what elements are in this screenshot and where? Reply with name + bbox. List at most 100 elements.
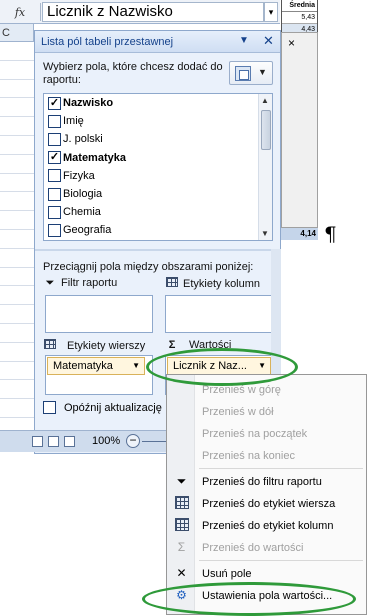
menu-item-label: Przenieś do etykiet wiersza <box>202 498 336 510</box>
formula-separator <box>40 3 41 21</box>
grid-icon <box>43 339 57 352</box>
column-header[interactable]: C <box>0 24 34 42</box>
grid-row[interactable] <box>0 268 34 287</box>
field-list-item[interactable]: Biologia <box>44 185 272 203</box>
menu-item[interactable]: Przenieś na koniec <box>167 445 366 467</box>
menu-item-icon-slot <box>174 404 189 419</box>
field-label: Nazwisko <box>63 97 114 110</box>
field-checkbox[interactable] <box>48 114 61 128</box>
grid-row[interactable] <box>0 249 34 268</box>
rows-field-label: Matematyka <box>53 360 113 372</box>
filter-area-label: ⏷ Filtr raportu <box>43 277 118 290</box>
grid-row[interactable] <box>0 230 34 249</box>
filter-icon: ⏷ <box>176 474 187 488</box>
grid-row[interactable] <box>0 98 34 118</box>
table-header: Średnia <box>282 0 317 12</box>
pilcrow-mark: ¶ <box>324 222 337 246</box>
scroll-thumb[interactable] <box>261 110 271 150</box>
close-icon[interactable]: × <box>288 36 295 50</box>
field-label: J. polski <box>63 133 103 146</box>
menu-item[interactable]: Σ Przenieś do wartości <box>167 537 366 559</box>
grid-row[interactable] <box>0 42 34 61</box>
rows-area-label: Etykiety wierszy <box>43 339 145 352</box>
table-cell: 5,43 <box>282 12 317 24</box>
zoom-slider[interactable] <box>142 441 168 442</box>
rows-area-text: Etykiety wierszy <box>67 340 146 352</box>
grid-row[interactable] <box>0 380 34 400</box>
grid-icon <box>165 277 179 290</box>
grid-row[interactable] <box>0 174 34 193</box>
formula-input[interactable]: Licznik z Nazwisko <box>42 2 264 22</box>
defer-update-checkbox[interactable] <box>43 401 56 414</box>
field-layout-button[interactable]: ▼ <box>229 61 273 85</box>
field-checkbox[interactable] <box>48 187 61 201</box>
defer-update-label: Opóźnij aktualizację <box>64 401 162 414</box>
grid-row[interactable] <box>0 324 34 343</box>
scroll-down-icon[interactable]: ▼ <box>261 229 269 238</box>
field-checkbox[interactable]: ✓ <box>48 96 61 110</box>
grid-row[interactable] <box>0 61 34 80</box>
field-checkbox[interactable] <box>48 205 61 219</box>
field-list-item[interactable]: ✓ Matematyka <box>44 149 272 167</box>
menu-item[interactable]: Przenieś do etykiet wiersza <box>167 493 366 515</box>
field-list-item[interactable]: Imię <box>44 112 272 130</box>
menu-item-label: Przenieś na koniec <box>202 450 295 462</box>
grid-row[interactable] <box>0 362 34 381</box>
menu-item-label: Przenieś do wartości <box>202 542 304 554</box>
columns-area-label: Etykiety kolumn <box>165 277 260 290</box>
zoom-level[interactable]: 100% <box>92 435 120 447</box>
columns-drop-area[interactable] <box>165 295 273 333</box>
menu-item-label: Przenieś do etykiet kolumn <box>202 520 334 532</box>
zoom-out-button[interactable]: − <box>126 434 140 448</box>
worksheet-grid: C <box>0 24 34 454</box>
pane-splitter[interactable] <box>35 249 280 251</box>
field-label: Fizyka <box>63 169 95 182</box>
menu-item-icon-slot <box>174 426 189 441</box>
field-list-item[interactable]: ✓ Nazwisko <box>44 94 272 112</box>
menu-item[interactable]: Przenieś do etykiet kolumn <box>167 515 366 537</box>
grid-row[interactable] <box>0 192 34 212</box>
page-layout-button[interactable] <box>48 436 59 447</box>
menu-item[interactable]: Przenieś w dół <box>167 401 366 423</box>
close-icon[interactable]: ✕ <box>263 33 274 49</box>
menu-item[interactable]: ⏷ Przenieś do filtru raportu <box>167 471 366 493</box>
grid-row[interactable] <box>0 80 34 99</box>
field-checkbox[interactable]: ✓ <box>48 151 61 165</box>
sigma-icon: Σ <box>177 540 186 554</box>
chevron-down-icon[interactable]: ▼ <box>239 35 249 46</box>
table-total: 4,14 <box>281 228 318 240</box>
grid-row[interactable] <box>0 117 34 136</box>
field-list-item[interactable]: Geografia <box>44 221 272 239</box>
chevron-down-icon[interactable]: ▼ <box>132 358 140 374</box>
grid-row[interactable] <box>0 399 34 418</box>
grid-row[interactable] <box>0 136 34 155</box>
status-bar: 100% − <box>0 430 170 452</box>
grid-row[interactable] <box>0 305 34 324</box>
field-label: Geografia <box>63 224 112 237</box>
field-checkbox[interactable] <box>48 169 61 183</box>
background-dialog <box>281 32 318 228</box>
filter-icon: ⏷ <box>45 277 55 289</box>
page-break-button[interactable] <box>64 436 75 447</box>
grid-row[interactable] <box>0 343 34 362</box>
list-scrollbar[interactable]: ▲ ▼ <box>258 94 272 240</box>
field-checkbox[interactable] <box>48 223 61 237</box>
columns-area-text: Etykiety kolumn <box>183 278 261 290</box>
field-list-item[interactable]: Chemia <box>44 203 272 221</box>
field-checkbox[interactable] <box>48 132 61 146</box>
field-list-item[interactable]: J. polski <box>44 130 272 148</box>
grid-row[interactable] <box>0 211 34 230</box>
rows-field-chip[interactable]: Matematyka ▼ <box>47 357 145 375</box>
grid-row[interactable] <box>0 286 34 306</box>
filter-drop-area[interactable] <box>45 295 153 333</box>
grid-row[interactable] <box>0 155 34 174</box>
fx-icon[interactable]: fx <box>0 0 40 24</box>
field-list-item[interactable]: Fizyka <box>44 167 272 185</box>
menu-item[interactable]: Przenieś na początek <box>167 423 366 445</box>
normal-view-button[interactable] <box>32 436 43 447</box>
formula-expand-button[interactable]: ▾ <box>264 2 278 22</box>
layout-icon <box>235 66 251 81</box>
menu-item-icon-slot <box>174 382 189 397</box>
scroll-up-icon[interactable]: ▲ <box>261 96 269 105</box>
sigma-icon: Σ <box>168 339 176 351</box>
